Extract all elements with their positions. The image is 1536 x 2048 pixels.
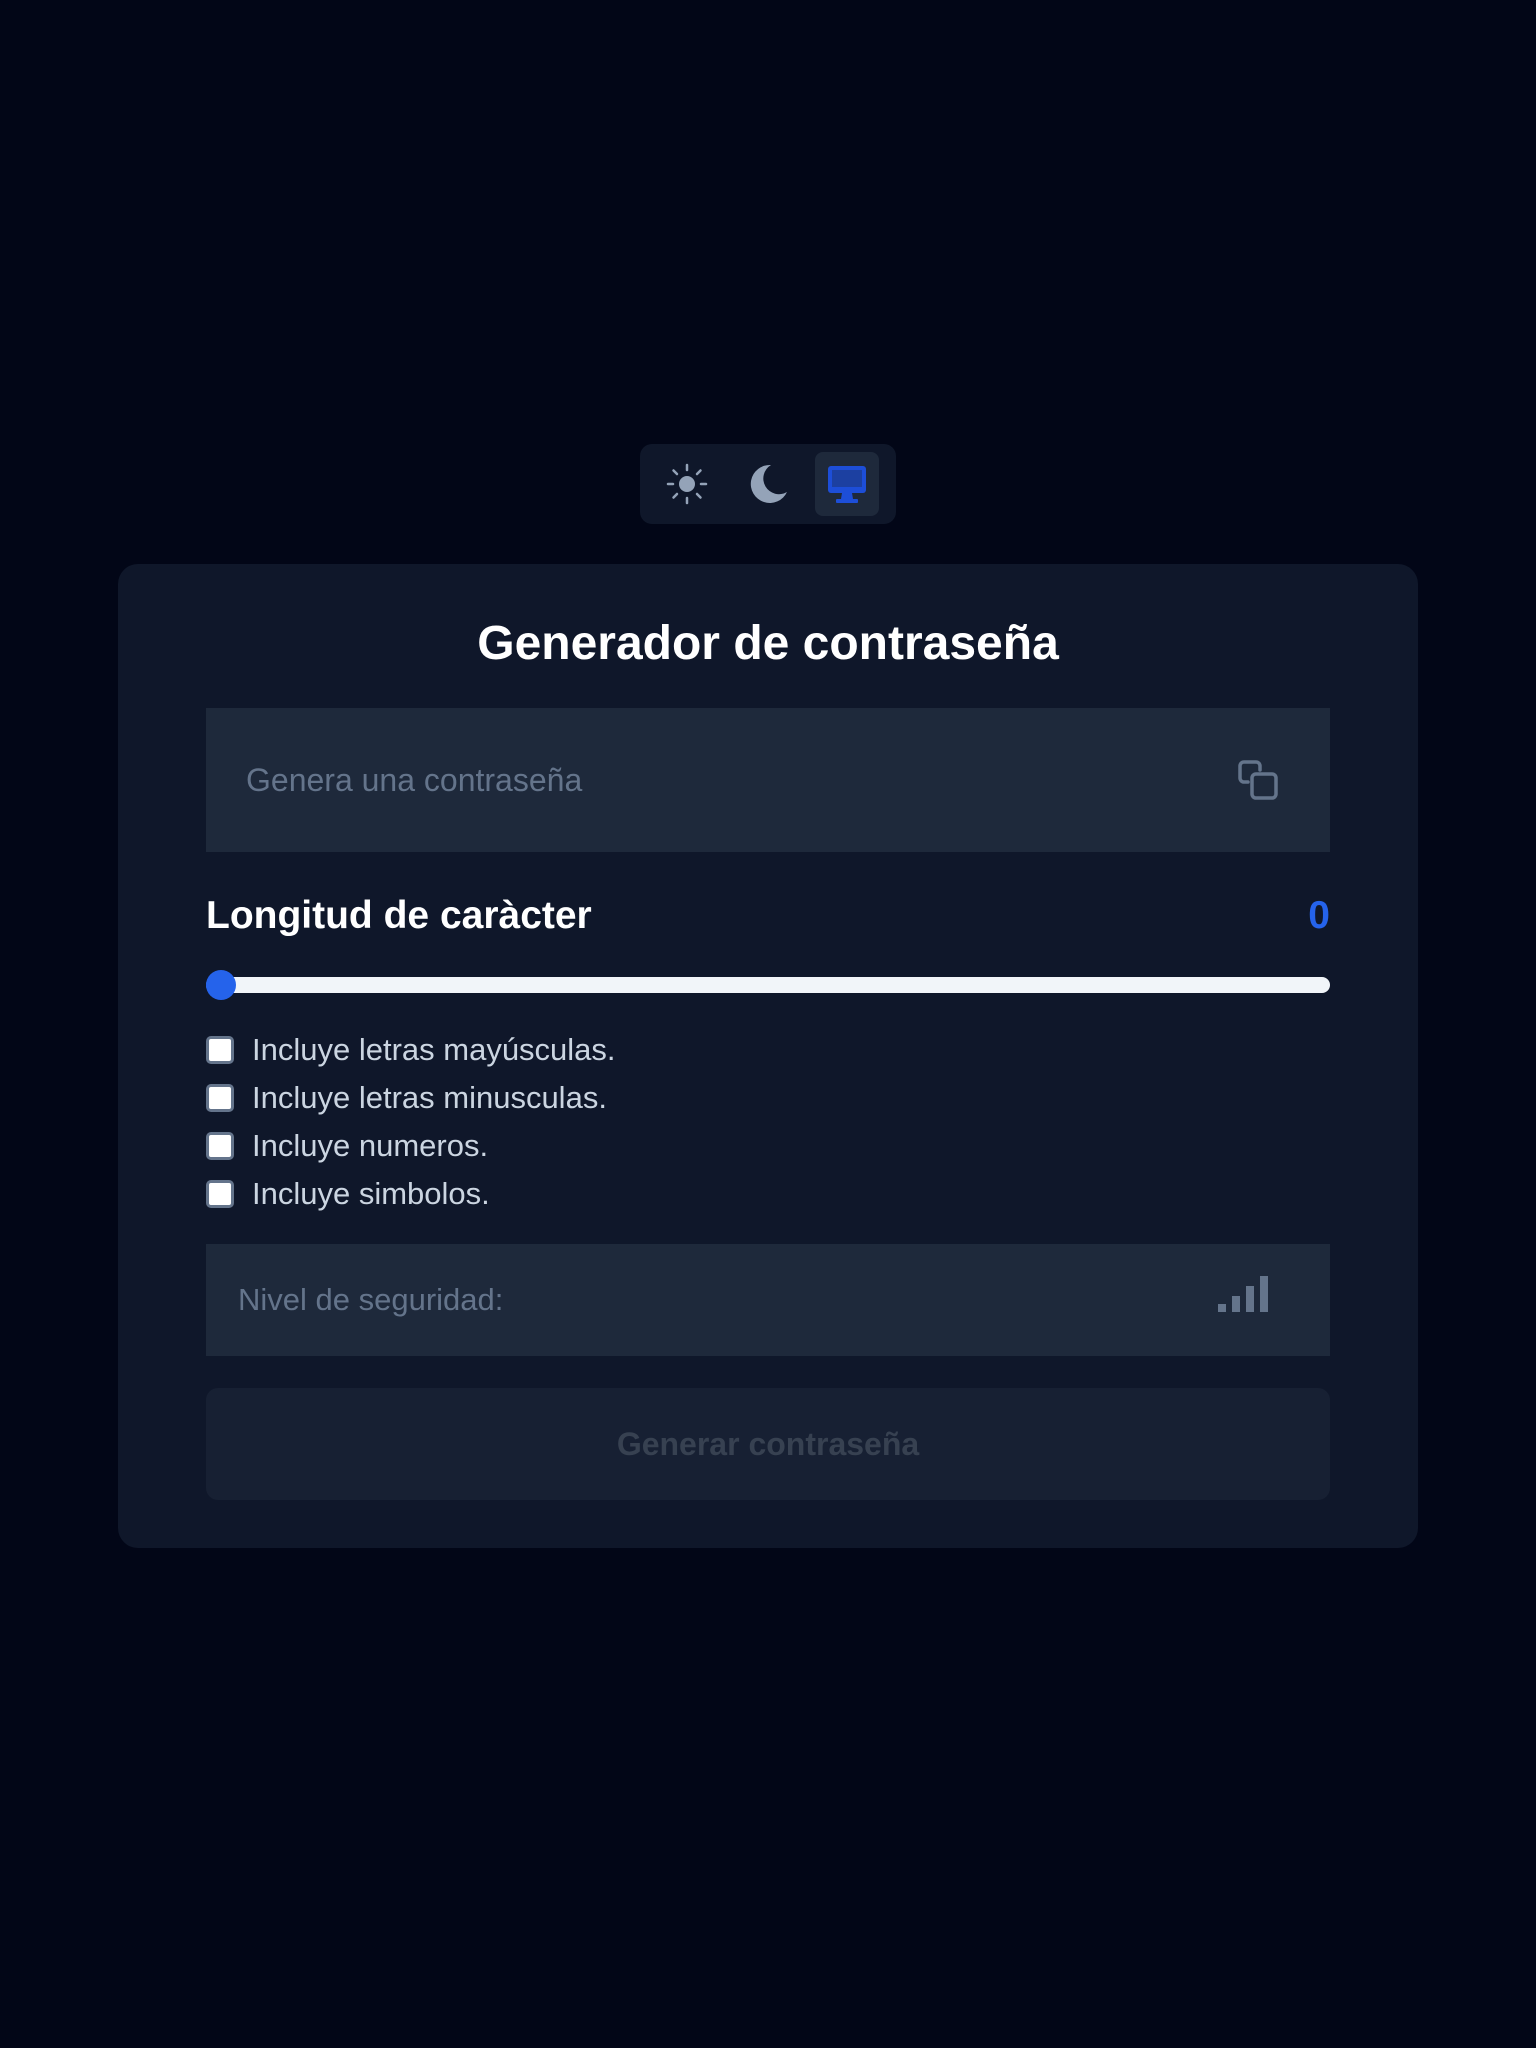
option-label: Incluye simbolos. bbox=[252, 1176, 490, 1211]
security-level-box: Nivel de seguridad: bbox=[206, 1244, 1330, 1356]
option-numbers[interactable]: Incluye numeros. bbox=[206, 1122, 1330, 1170]
page-title: Generador de contraseña bbox=[477, 617, 1059, 670]
length-value: 0 bbox=[1308, 894, 1330, 937]
copy-icon bbox=[1238, 760, 1278, 800]
slider-track[interactable] bbox=[206, 977, 1330, 993]
password-output-box bbox=[206, 708, 1330, 852]
numbers-checkbox[interactable] bbox=[206, 1132, 234, 1160]
theme-switcher bbox=[640, 444, 896, 524]
option-label: Incluye letras minusculas. bbox=[252, 1080, 607, 1115]
option-label: Incluye letras mayúsculas. bbox=[252, 1032, 616, 1067]
slider-thumb[interactable] bbox=[206, 970, 236, 1000]
option-label: Incluye numeros. bbox=[252, 1128, 489, 1163]
option-symbols[interactable]: Incluye simbolos. bbox=[206, 1170, 1330, 1218]
moon-icon bbox=[750, 464, 787, 503]
uppercase-checkbox[interactable] bbox=[206, 1036, 234, 1064]
security-level-label: Nivel de seguridad: bbox=[238, 1282, 504, 1317]
length-slider[interactable] bbox=[206, 970, 1330, 1000]
monitor-icon bbox=[828, 466, 866, 503]
password-output-field[interactable] bbox=[246, 756, 1146, 804]
option-uppercase[interactable]: Incluye letras mayúsculas. bbox=[206, 1026, 1330, 1074]
symbols-checkbox[interactable] bbox=[206, 1180, 234, 1208]
options-list: Incluye letras mayúsculas. Incluye letra… bbox=[206, 1026, 1330, 1218]
password-generator-card: Generador de contraseña Longitud de carà… bbox=[118, 564, 1418, 1548]
sun-icon bbox=[666, 463, 708, 505]
signal-bars-icon bbox=[1218, 1276, 1268, 1312]
lowercase-checkbox[interactable] bbox=[206, 1084, 234, 1112]
generate-password-button[interactable]: Generar contraseña bbox=[206, 1388, 1330, 1500]
light-theme-button[interactable] bbox=[655, 452, 719, 516]
copy-button[interactable] bbox=[1230, 752, 1286, 808]
dark-theme-button[interactable] bbox=[735, 452, 799, 516]
system-theme-button[interactable] bbox=[815, 452, 879, 516]
length-label: Longitud de caràcter bbox=[206, 894, 592, 937]
option-lowercase[interactable]: Incluye letras minusculas. bbox=[206, 1074, 1330, 1122]
